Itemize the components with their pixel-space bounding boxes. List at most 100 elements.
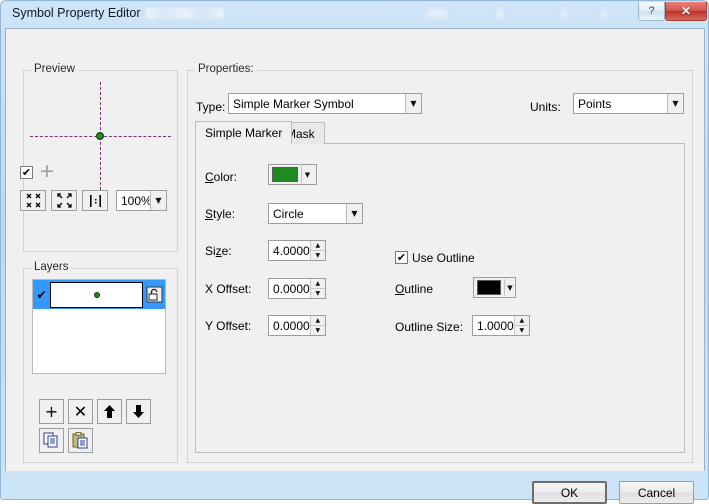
y-offset-value[interactable]: 0.0000 <box>269 319 310 333</box>
use-outline-checkbox[interactable]: ✔ <box>395 251 408 264</box>
marker-style-value: Circle <box>273 206 304 221</box>
layer-marker-dot <box>93 291 100 298</box>
window-title: Symbol Property Editor <box>12 6 141 20</box>
zoom-actual-size-button[interactable] <box>82 190 108 211</box>
spinner-down-icon[interactable]: ▼ <box>310 251 325 260</box>
fill-color-picker[interactable]: ▼ <box>268 164 317 185</box>
outline-color-picker[interactable]: ▼ <box>473 277 516 298</box>
add-layer-button[interactable]: + <box>39 399 64 424</box>
properties-tabstrip: Simple Marker Mask <box>195 121 685 144</box>
color-label: Color: <box>205 170 238 184</box>
x-offset-spinner[interactable]: 0.0000 ▲ ▼ <box>268 278 326 299</box>
spinner-up-icon[interactable]: ▲ <box>514 316 529 326</box>
chevron-down-icon[interactable]: ▼ <box>150 191 166 210</box>
symbol-property-editor-window: Symbol Property Editor ? ✕ Preview ✔ + 1… <box>0 0 709 504</box>
zoom-in-icon <box>26 193 40 208</box>
preview-visible-checkbox[interactable]: ✔ <box>20 166 33 179</box>
zoom-level-combobox[interactable]: 100% ▼ <box>116 190 167 211</box>
layer-visible-checkbox[interactable]: ✔ <box>33 288 50 302</box>
arrow-up-icon <box>104 405 115 418</box>
title-bar: Symbol Property Editor ? ✕ <box>1 1 709 28</box>
fill-color-swatch <box>272 167 298 182</box>
copy-layer-button[interactable] <box>39 428 64 453</box>
units-value: Points <box>578 96 612 111</box>
title-ghost-artifact-3 <box>561 9 567 18</box>
tab-simple-marker-label: Simple Marker <box>205 126 283 140</box>
symbol-type-combobox[interactable]: Simple Marker Symbol ▼ <box>228 93 422 114</box>
size-spinner[interactable]: 4.0000 ▲ ▼ <box>268 240 326 261</box>
marker-style-combobox[interactable]: Circle ▼ <box>268 203 363 224</box>
style-label: Style: <box>205 207 236 221</box>
y-offset-spinner[interactable]: 0.0000 ▲ ▼ <box>268 315 326 336</box>
use-outline-label: Use Outline <box>412 251 475 265</box>
spinner-up-icon[interactable]: ▲ <box>310 279 325 289</box>
layer-list-item[interactable]: ✔ <box>33 280 165 309</box>
delete-layer-button[interactable]: ✕ <box>68 399 93 424</box>
x-offset-spinner-buttons[interactable]: ▲ ▼ <box>309 279 325 298</box>
preview-group-label: Preview <box>31 63 78 75</box>
type-label: Type: <box>196 100 226 114</box>
y-offset-label: Y Offset: <box>205 319 252 333</box>
spinner-up-icon[interactable]: ▲ <box>310 241 325 251</box>
outline-size-spinner-buttons[interactable]: ▲ ▼ <box>513 316 529 335</box>
title-ghost-artifact-1 <box>426 9 448 18</box>
copy-icon <box>43 432 58 448</box>
spinner-down-icon[interactable]: ▼ <box>310 289 325 298</box>
zoom-out-button[interactable] <box>51 190 77 211</box>
x-offset-value[interactable]: 0.0000 <box>269 282 310 296</box>
spinner-up-icon[interactable]: ▲ <box>310 316 325 326</box>
plus-icon: + <box>44 402 59 421</box>
move-layer-up-button[interactable] <box>97 399 122 424</box>
help-button[interactable]: ? <box>638 2 665 21</box>
ok-button[interactable]: OK <box>532 481 607 504</box>
redacted-title-suffix <box>146 8 224 19</box>
chevron-down-icon[interactable]: ▼ <box>405 94 421 113</box>
layer-lock-button[interactable] <box>143 286 165 303</box>
size-label-rest: e: <box>221 244 232 258</box>
layer-symbol-preview <box>50 281 143 308</box>
outline-size-value[interactable]: 1.0000 <box>473 319 514 333</box>
zoom-in-button[interactable] <box>20 190 46 211</box>
size-label: Size: <box>205 244 232 258</box>
spinner-down-icon[interactable]: ▼ <box>310 326 325 335</box>
dialog-client-area: Preview ✔ + 100% ▼ Layers ✔ + ✕ Properti… <box>5 28 705 504</box>
y-offset-spinner-buttons[interactable]: ▲ ▼ <box>309 316 325 335</box>
title-ghost-artifact-2 <box>496 9 504 18</box>
paste-layer-button[interactable] <box>68 428 93 453</box>
spinner-down-icon[interactable]: ▼ <box>514 326 529 335</box>
checkbox-check-glyph: ✔ <box>21 166 32 179</box>
close-button[interactable]: ✕ <box>665 2 707 21</box>
size-value[interactable]: 4.0000 <box>269 244 310 258</box>
outline-color-swatch <box>477 280 501 295</box>
outline-label-rest: utline <box>404 282 434 296</box>
size-spinner-buttons[interactable]: ▲ ▼ <box>309 241 325 260</box>
layers-group-label: Layers <box>31 261 72 273</box>
outline-size-spinner[interactable]: 1.0000 ▲ ▼ <box>472 315 530 336</box>
units-combobox[interactable]: Points ▼ <box>573 93 684 114</box>
units-label: Units: <box>530 100 561 114</box>
checkbox-check-glyph: ✔ <box>396 251 407 264</box>
layer-check-glyph: ✔ <box>36 287 47 302</box>
chevron-down-icon[interactable]: ▼ <box>667 94 683 113</box>
one-to-one-icon <box>89 194 101 207</box>
color-label-rest: olor: <box>213 170 238 184</box>
preview-marker-symbol <box>96 132 104 140</box>
chevron-down-icon[interactable]: ▼ <box>302 171 313 179</box>
arrow-down-icon <box>133 405 144 418</box>
chevron-down-icon[interactable]: ▼ <box>346 204 362 223</box>
paste-icon <box>72 432 88 449</box>
x-offset-label: X Offset: <box>205 282 252 296</box>
unlock-icon <box>146 286 162 303</box>
chevron-down-icon[interactable]: ▼ <box>505 284 515 292</box>
move-layer-down-button[interactable] <box>126 399 151 424</box>
cancel-button[interactable]: Cancel <box>619 481 694 504</box>
close-x-icon: ✕ <box>73 402 88 421</box>
properties-group-label: Properties: <box>195 63 257 75</box>
symbol-type-value: Simple Marker Symbol <box>233 96 354 111</box>
outline-size-label: Outline Size: <box>395 320 464 334</box>
tab-simple-marker[interactable]: Simple Marker <box>195 121 293 144</box>
preview-add-icon[interactable]: + <box>39 162 55 181</box>
zoom-out-icon <box>56 193 72 208</box>
zoom-level-value: 100% <box>121 193 150 208</box>
layers-list[interactable]: ✔ <box>32 279 166 374</box>
